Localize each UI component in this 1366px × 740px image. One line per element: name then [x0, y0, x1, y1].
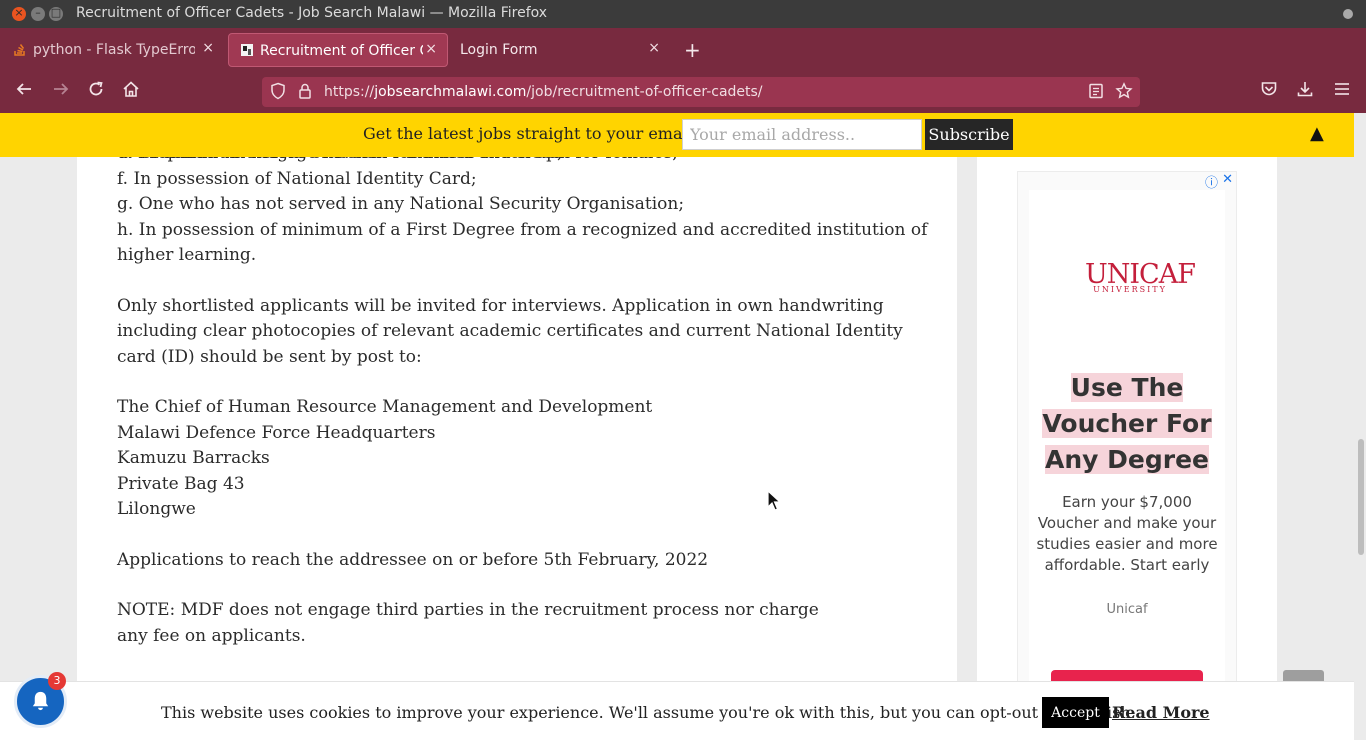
requirement-item: g. One who has not served in any Nationa…: [117, 194, 685, 214]
cookie-accept-button[interactable]: Accept: [1042, 697, 1109, 728]
close-icon: ×: [14, 6, 24, 19]
tab-label: Recruitment of Officer Ca: [260, 43, 423, 59]
page-scrollbar[interactable]: [1358, 439, 1364, 555]
requirement-item: f. In possession of National Identity Ca…: [117, 168, 477, 189]
tab-recruitment[interactable]: Recruitment of Officer Ca ×: [228, 33, 448, 67]
url-prefix: https://: [324, 84, 375, 100]
logo-subtext: UNIVERSITY: [1093, 285, 1167, 294]
subscribe-bar: Get the latest jobs straight to your ema…: [0, 113, 1354, 157]
ad-info-icon[interactable]: ⓘ: [1205, 172, 1218, 191]
article-body: e. Prepared to undergo intensive medical…: [117, 141, 937, 674]
tab-flask-typeerror[interactable]: python - Flask TypeError: ×: [2, 33, 224, 67]
url-bar[interactable]: https://jobsearchmalawi.com/job/recruitm…: [262, 77, 1140, 107]
tab-close-icon[interactable]: ×: [648, 40, 660, 56]
shortlist-paragraph: Only shortlisted applicants will be invi…: [117, 295, 903, 367]
notification-count-badge: 3: [48, 672, 66, 690]
subscribe-button[interactable]: Subscribe: [925, 119, 1013, 150]
advertisement[interactable]: ⓘ ✕ UNICAF UNIVERSITY Use The Voucher Fo…: [1017, 171, 1237, 740]
requirements-list: e. Prepared to undergo intensive medical…: [117, 141, 937, 269]
window-minimize-button[interactable]: –: [31, 6, 45, 21]
ad-headline: Use The Voucher For Any Degree: [1039, 370, 1215, 478]
forward-arrow-icon[interactable]: [52, 80, 70, 103]
subscribe-email-input[interactable]: [682, 119, 922, 150]
url-path: /job/recruitment-of-officer-cadets/: [526, 84, 763, 100]
tab-strip: python - Flask TypeError: × Recruitment …: [0, 28, 1366, 72]
ad-body-text: Earn your $7,000 Voucher and make your s…: [1036, 493, 1218, 574]
window-titlebar: × – □ Recruitment of Officer Cadets - Jo…: [0, 0, 1366, 28]
home-icon[interactable]: [122, 80, 140, 103]
ad-headline-line: Use The: [1070, 373, 1184, 402]
subscribe-prompt: Get the latest jobs straight to your ema…: [363, 124, 693, 143]
unicaf-logo: UNICAF UNIVERSITY: [1085, 261, 1196, 294]
reader-view-icon[interactable]: [1088, 82, 1104, 104]
address-line: Private Bag 43: [117, 473, 245, 494]
address-line: Lilongwe: [117, 499, 196, 519]
requirement-item: h. In possession of minimum of a First D…: [117, 219, 928, 266]
stackoverflow-favicon-icon: [14, 44, 25, 56]
reload-icon[interactable]: [87, 80, 105, 103]
sidebar: ⓘ ✕ UNICAF UNIVERSITY Use The Voucher Fo…: [977, 113, 1277, 740]
ad-headline-line: Voucher For: [1042, 409, 1212, 438]
navigation-toolbar: https://jobsearchmalawi.com/job/recruitm…: [0, 72, 1366, 113]
ad-headline-line: Any Degree: [1045, 445, 1209, 474]
bell-icon: [32, 691, 49, 711]
address-line: Malawi Defence Force Headquarters: [117, 422, 436, 443]
cookie-message: This website uses cookies to improve you…: [161, 703, 1136, 722]
ad-brand: Unicaf: [1106, 602, 1148, 617]
maximize-icon: □: [50, 6, 62, 19]
tab-login-form[interactable]: Login Form ×: [448, 33, 670, 67]
new-tab-button[interactable]: +: [684, 38, 701, 62]
ad-close-icon[interactable]: ✕: [1222, 172, 1233, 187]
hamburger-menu-icon[interactable]: [1333, 80, 1351, 103]
note-paragraph: NOTE: MDF does not engage third parties …: [117, 600, 819, 646]
postal-address: The Chief of Human Resource Management a…: [117, 395, 937, 523]
pocket-icon[interactable]: [1260, 80, 1278, 103]
collapse-arrow-icon[interactable]: ▲: [1310, 123, 1324, 144]
cookie-banner: This website uses cookies to improve you…: [0, 681, 1354, 740]
ad-creative[interactable]: UNICAF UNIVERSITY Use The Voucher For An…: [1029, 190, 1225, 740]
lock-icon[interactable]: [298, 82, 312, 104]
address-line: The Chief of Human Resource Management a…: [117, 397, 653, 417]
tab-label: Login Form: [460, 42, 538, 58]
minimize-icon: –: [35, 6, 41, 19]
deadline-paragraph: Applications to reach the addressee on o…: [117, 549, 709, 570]
window-close-button[interactable]: ×: [12, 6, 26, 21]
jobsearch-favicon-icon: [241, 44, 253, 56]
window-title: Recruitment of Officer Cadets - Job Sear…: [76, 5, 548, 21]
url-text[interactable]: https://jobsearchmalawi.com/job/recruitm…: [324, 84, 763, 100]
mouse-cursor-icon: [767, 490, 781, 511]
window-maximize-button[interactable]: □: [49, 6, 63, 21]
cookie-read-more-link[interactable]: Read More: [1112, 703, 1210, 722]
window-menu-dot-icon[interactable]: [1343, 9, 1353, 19]
tracking-shield-icon[interactable]: [270, 82, 286, 104]
tab-label: python - Flask TypeError:: [33, 42, 195, 58]
article-card: d. Of minimum height of 1.65m for males …: [77, 113, 957, 740]
url-host: jobsearchmalawi.com: [374, 84, 527, 100]
tab-close-icon[interactable]: ×: [425, 41, 437, 57]
tab-close-icon[interactable]: ×: [202, 40, 214, 56]
address-line: Kamuzu Barracks: [117, 448, 270, 468]
bookmark-star-icon[interactable]: [1115, 82, 1133, 104]
page-viewport: d. Of minimum height of 1.65m for males …: [0, 113, 1366, 740]
back-arrow-icon[interactable]: [15, 80, 33, 103]
downloads-icon[interactable]: [1296, 80, 1314, 103]
